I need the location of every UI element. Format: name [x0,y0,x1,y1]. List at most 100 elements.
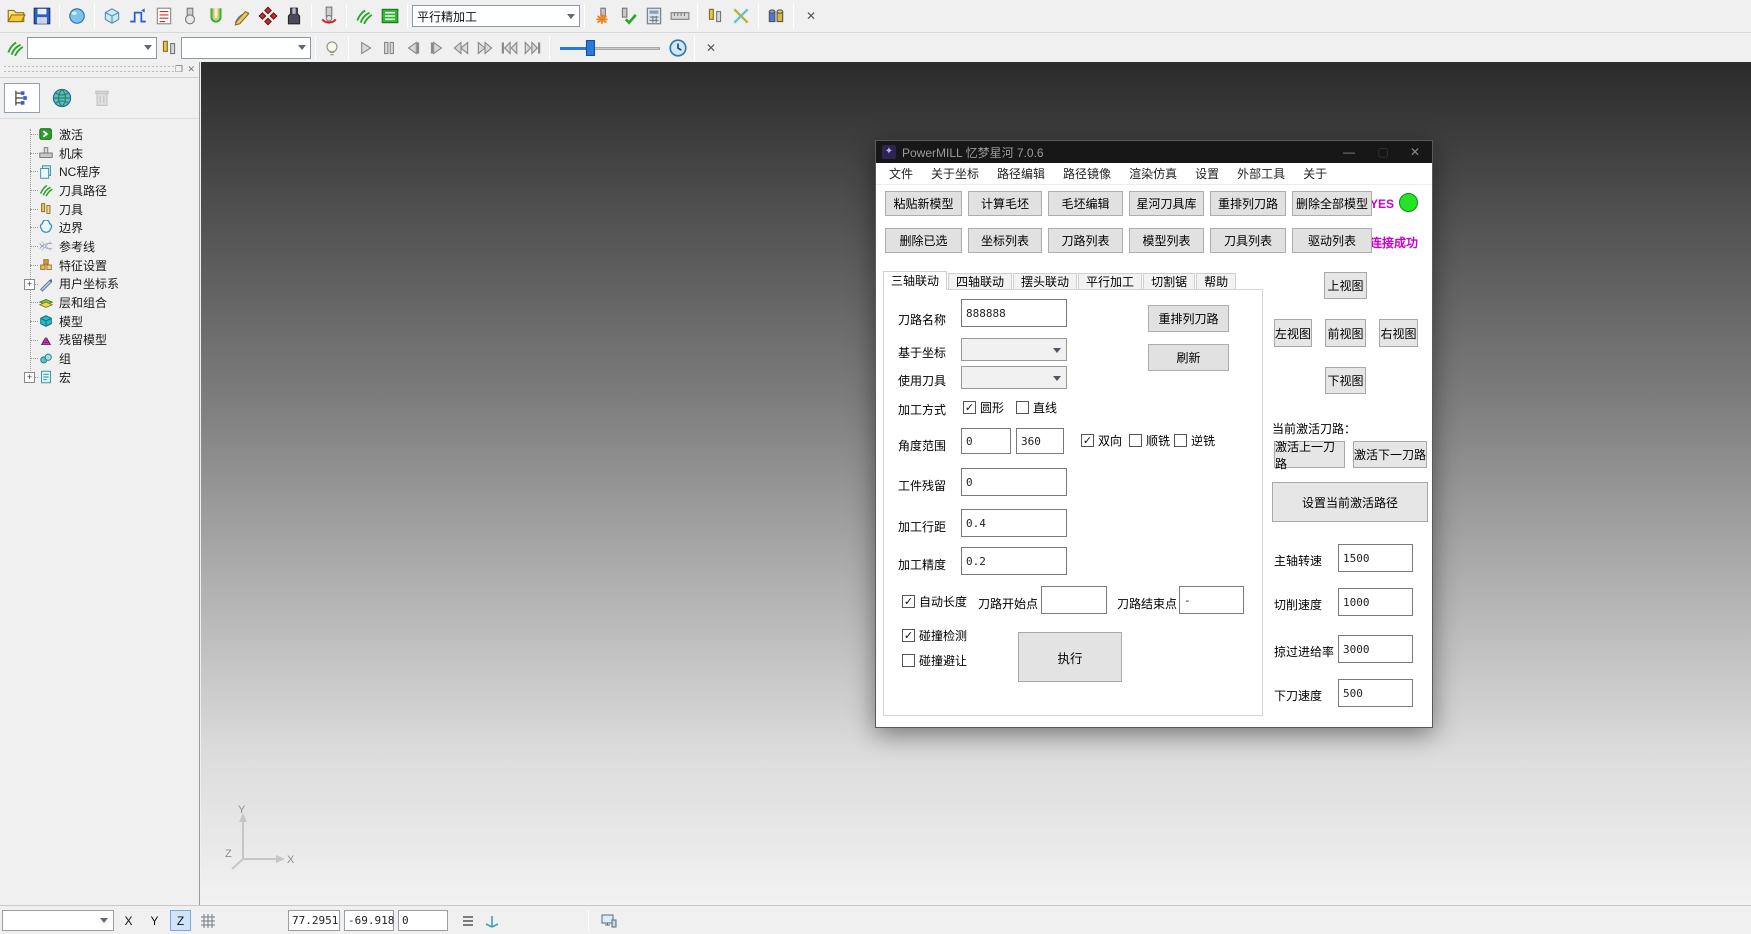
activate-prev-button[interactable]: 激活上一刀路 [1274,441,1345,468]
coord-x-input[interactable]: 77.2951 [288,910,340,931]
tool-pair-icon[interactable] [702,3,728,29]
panel-close-icon[interactable]: ✕ [187,64,195,74]
panel-float-icon[interactable]: ❐ [175,64,183,74]
view-top-button[interactable]: 上视图 [1324,272,1367,299]
tolerance-input[interactable]: 0.2 [961,547,1067,575]
monitor-icon[interactable] [598,910,620,932]
pause-icon[interactable] [377,36,401,60]
collision-avoid-checkbox[interactable]: 碰撞避让 [902,652,967,669]
expand-icon[interactable]: + [24,372,35,383]
dialog-titlebar[interactable]: ✦ PowerMILL 忆梦星河 7.0.6 — ▢ ✕ [876,141,1432,163]
menu-关于[interactable]: 关于 [1294,163,1336,185]
tree-item-NC程序[interactable]: NC程序 [0,162,199,181]
button-毛坯编辑[interactable]: 毛坯编辑 [1048,191,1123,216]
ball-tool-icon[interactable] [177,3,203,29]
tab-三轴联动[interactable]: 三轴联动 [883,271,947,290]
explorer-globe-tab[interactable] [44,83,80,113]
stock-input[interactable]: 0 [961,468,1067,496]
tree-item-模型[interactable]: 模型 [0,312,199,331]
tree-item-刀具[interactable]: 刀具 [0,200,199,219]
holder-icon[interactable] [281,3,307,29]
tab-切割锯[interactable]: 切割锯 [1143,273,1195,290]
tool-pair-icon[interactable] [157,36,181,60]
clock-icon[interactable] [666,36,690,60]
use-tool-select[interactable] [961,366,1067,389]
button-星河刀具库[interactable]: 星河刀具库 [1129,191,1204,216]
angle-to-input[interactable]: 360 [1016,428,1064,454]
tree-item-机床[interactable]: 机床 [0,144,199,163]
play-icon[interactable] [353,36,377,60]
set-active-path-button[interactable]: 设置当前激活路径 [1272,482,1428,522]
view-right-button[interactable]: 右视图 [1379,319,1418,347]
minimize-button[interactable]: — [1334,141,1364,163]
menu-路径编辑[interactable]: 路径编辑 [988,163,1054,185]
menu-渲染仿真[interactable]: 渲染仿真 [1120,163,1186,185]
active-toolpath-combobox[interactable]: 平行精加工 [412,5,580,27]
tool-arc-icon[interactable] [316,3,342,29]
end-point-input[interactable]: - [1179,586,1244,614]
axes-icon[interactable] [481,910,503,932]
auto-length-checkbox[interactable]: 自动长度 [902,593,967,610]
tab-平行加工[interactable]: 平行加工 [1078,273,1142,290]
burst-tool-icon[interactable] [589,3,615,29]
stepover-input[interactable]: 0.4 [961,509,1067,537]
pencil-path-icon[interactable] [229,3,255,29]
save-icon[interactable] [29,3,55,29]
statusbar-select[interactable] [2,910,114,931]
grid-icon[interactable] [197,910,219,932]
explorer-tree-tab[interactable] [4,83,40,113]
tree-item-边界[interactable]: 边界 [0,218,199,237]
maximize-button[interactable]: ▢ [1368,141,1398,163]
tab-帮助[interactable]: 帮助 [1196,273,1236,290]
bulb-icon[interactable] [320,36,344,60]
activate-next-button[interactable]: 激活下一刀路 [1353,441,1427,468]
conventional-checkbox[interactable]: 逆铣 [1174,432,1215,449]
tree-item-用户坐标系[interactable]: +用户坐标系 [0,275,199,294]
button-刀路列表[interactable]: 刀路列表 [1048,228,1123,253]
reorder-toolpath-button[interactable]: 重排列刀路 [1148,305,1229,332]
spiral-icon[interactable] [3,36,27,60]
list-box-icon[interactable] [377,3,403,29]
simulation-tool-combobox[interactable] [181,37,311,59]
diamonds-icon[interactable] [255,3,281,29]
sphere-icon[interactable] [64,3,90,29]
bidirectional-checkbox[interactable]: 双向 [1081,432,1122,449]
tree-item-组[interactable]: 组 [0,349,199,368]
coord-y-input[interactable]: -69.918 [344,910,394,931]
u-boundary-icon[interactable] [203,3,229,29]
toolpath-name-input[interactable]: 888888 [961,299,1067,327]
tab-摆头联动[interactable]: 摆头联动 [1013,273,1077,290]
nc-list-icon[interactable] [151,3,177,29]
button-粘贴新模型[interactable]: 粘贴新模型 [885,191,962,216]
toolbar-close-icon[interactable]: ✕ [798,3,824,29]
menu-关于坐标[interactable]: 关于坐标 [922,163,988,185]
ruler-icon[interactable] [667,3,693,29]
tree-item-参考线[interactable]: 参考线 [0,237,199,256]
circular-checkbox[interactable]: 圆形 [963,399,1004,416]
button-坐标列表[interactable]: 坐标列表 [968,228,1042,253]
execute-button[interactable]: 执行 [1018,632,1122,682]
open-folder-icon[interactable] [3,3,29,29]
step-fwd-icon[interactable] [425,36,449,60]
step-back-icon[interactable] [401,36,425,60]
climb-checkbox[interactable]: 顺铣 [1129,432,1170,449]
spindle-input[interactable]: 1500 [1338,544,1413,572]
skip-start-icon[interactable] [497,36,521,60]
cutting-input[interactable]: 1000 [1338,588,1413,616]
tree-item-刀具路径[interactable]: 刀具路径 [0,181,199,200]
button-删除已选[interactable]: 删除已选 [885,228,962,253]
plunge-input[interactable]: 500 [1338,679,1413,707]
tree-item-宏[interactable]: +宏 [0,368,199,387]
menu-设置[interactable]: 设置 [1186,163,1228,185]
view-front-button[interactable]: 前视图 [1325,319,1366,347]
collision-check-checkbox[interactable]: 碰撞检测 [902,627,967,644]
check-tool-icon[interactable] [615,3,641,29]
tree-item-层和组合[interactable]: 层和组合 [0,293,199,312]
button-删除全部模型[interactable]: 删除全部模型 [1292,191,1372,216]
axis-button-X[interactable]: X [118,910,139,931]
simulation-speed-slider[interactable] [560,38,660,58]
button-驱动列表[interactable]: 驱动列表 [1292,228,1372,253]
spiral-icon[interactable] [351,3,377,29]
menu-路径镜像[interactable]: 路径镜像 [1054,163,1120,185]
cylinders-icon[interactable] [763,3,789,29]
